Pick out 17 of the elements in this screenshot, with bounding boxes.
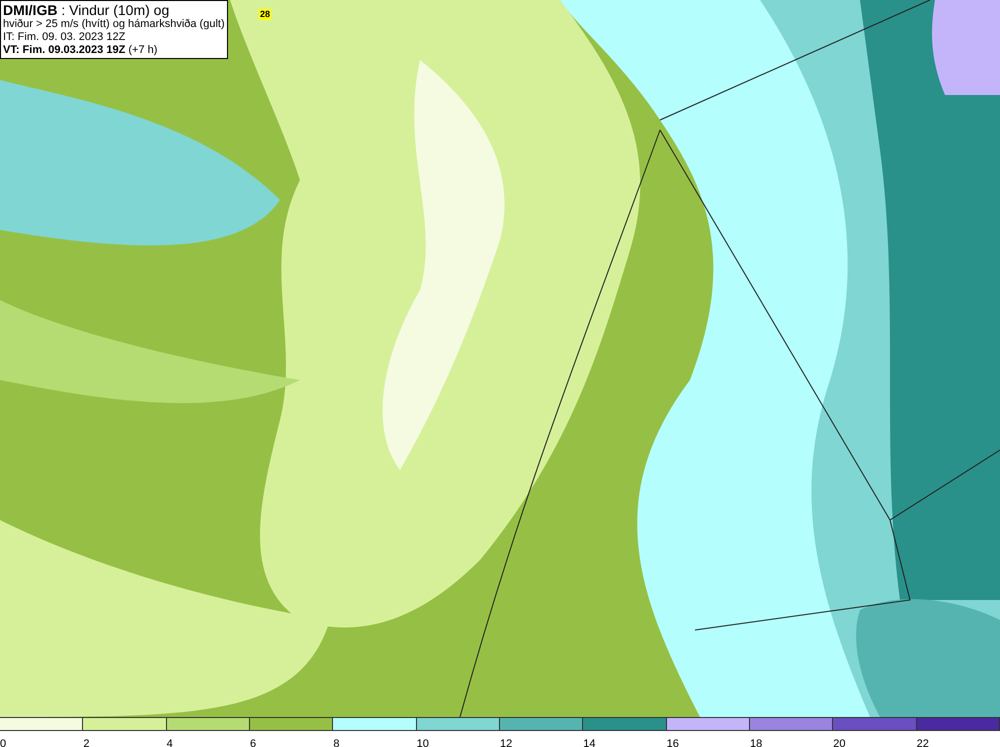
legend-label: 2 (83, 738, 90, 747)
legend-label: 8 (333, 738, 340, 747)
legend-label: 22 (916, 738, 929, 747)
legend-label: 0 (0, 738, 6, 747)
legend-label: 4 (166, 738, 173, 747)
header-text: VT: Fim. 09.03.2023 19Z (+7 h) (3, 44, 158, 57)
max-gust-marker: 28 (259, 9, 272, 20)
legend-label: 12 (500, 738, 512, 747)
legend-label: 14 (583, 738, 596, 747)
legend-label: 10 (416, 738, 429, 747)
legend-label: 20 (833, 738, 846, 747)
header-text: hviður > 25 m/s (hvítt) og hámarkshviða (gult) (3, 18, 225, 31)
header-text: IT: Fim. 09. 03. 2023 12Z (3, 31, 126, 44)
legend-label: 6 (250, 738, 256, 747)
legend-label: 16 (666, 738, 679, 747)
header-text: DMI/IGB : Vindur (10m) og (3, 2, 170, 18)
legend-label: 18 (750, 738, 762, 747)
